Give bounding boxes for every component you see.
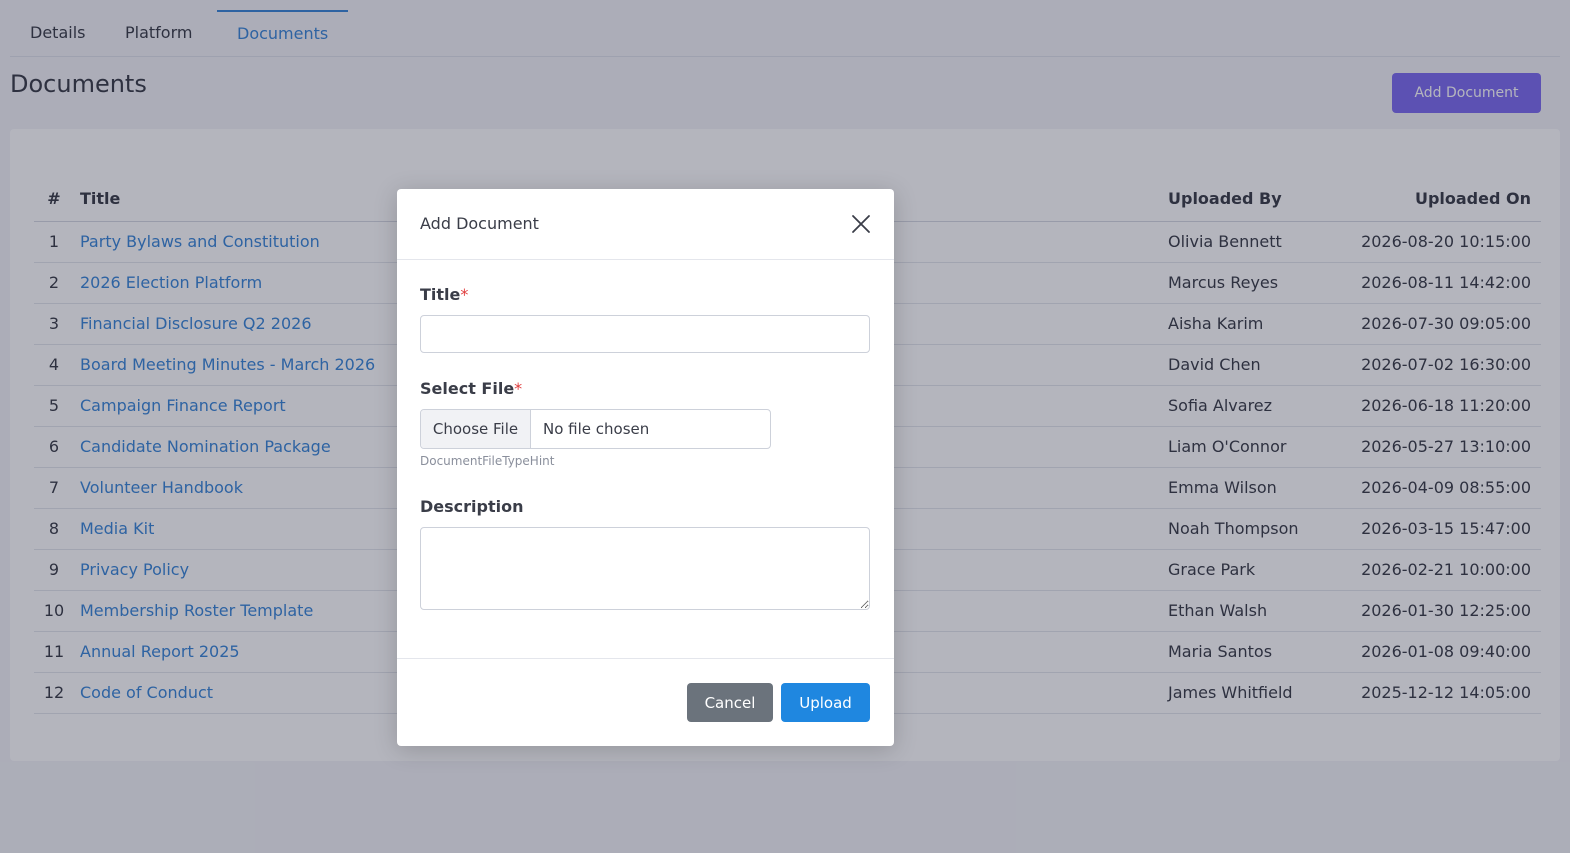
file-input[interactable]: Choose File No file chosen [420, 409, 771, 449]
title-input[interactable] [420, 315, 870, 353]
upload-button[interactable]: Upload [781, 683, 870, 722]
modal-header: Add Document [397, 189, 894, 260]
modal-footer: Cancel Upload [397, 658, 894, 746]
cancel-button[interactable]: Cancel [687, 683, 773, 722]
file-type-hint: DocumentFileTypeHint [420, 454, 555, 468]
choose-file-button[interactable]: Choose File [421, 410, 531, 448]
file-status: No file chosen [543, 420, 650, 438]
required-mark: * [514, 379, 523, 398]
title-label: Title* [420, 285, 469, 304]
modal-title: Add Document [420, 214, 539, 233]
description-label: Description [420, 497, 524, 516]
description-textarea[interactable] [420, 527, 870, 610]
select-file-label: Select File* [420, 379, 523, 398]
close-icon[interactable] [850, 213, 872, 235]
required-mark: * [460, 285, 469, 304]
add-document-modal: Add Document Title* Select File* Choose … [397, 189, 894, 746]
